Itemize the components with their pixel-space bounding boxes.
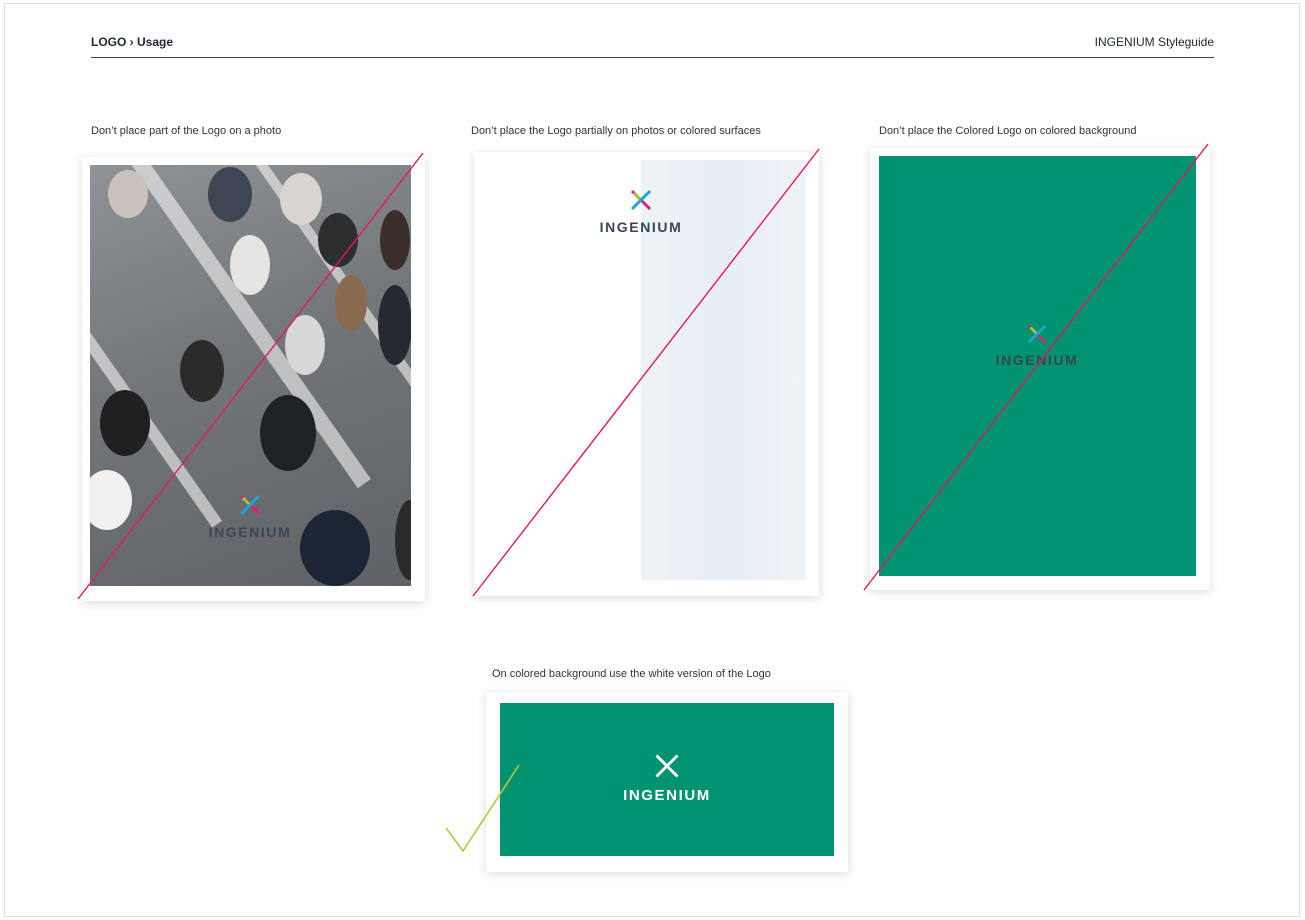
logo-wordmark: INGENIUM bbox=[995, 352, 1079, 368]
example-4-caption: On colored background use the white vers… bbox=[492, 668, 771, 680]
example-1-caption: Don’t place part of the Logo on a photo bbox=[91, 125, 282, 137]
white-logo-on-green: INGENIUM bbox=[617, 752, 717, 804]
page-header: LOGO › Usage INGENIUM Styleguide bbox=[91, 34, 1214, 58]
logo-wordmark: INGENIUM bbox=[208, 524, 292, 540]
ingenium-x-mark-icon bbox=[239, 494, 261, 516]
example-2-caption: Don’t place the Logo partially on photos… bbox=[471, 125, 761, 137]
logo-wordmark: INGENIUM bbox=[623, 787, 711, 804]
ingenium-x-mark-icon bbox=[655, 754, 679, 778]
logo-wordmark: INGENIUM bbox=[599, 219, 683, 235]
breadcrumb: LOGO › Usage bbox=[91, 35, 174, 49]
logo-on-photo: INGENIUM bbox=[200, 493, 300, 540]
styleguide-title: INGENIUM Styleguide bbox=[1094, 35, 1214, 49]
example-3-caption: Don’t place the Colored Logo on colored … bbox=[879, 125, 1137, 137]
ingenium-x-mark-icon bbox=[630, 189, 652, 211]
ingenium-x-mark-icon bbox=[1027, 324, 1047, 344]
colored-logo-on-green: INGENIUM bbox=[987, 323, 1087, 368]
logo-partial-surface: INGENIUM bbox=[591, 188, 691, 235]
